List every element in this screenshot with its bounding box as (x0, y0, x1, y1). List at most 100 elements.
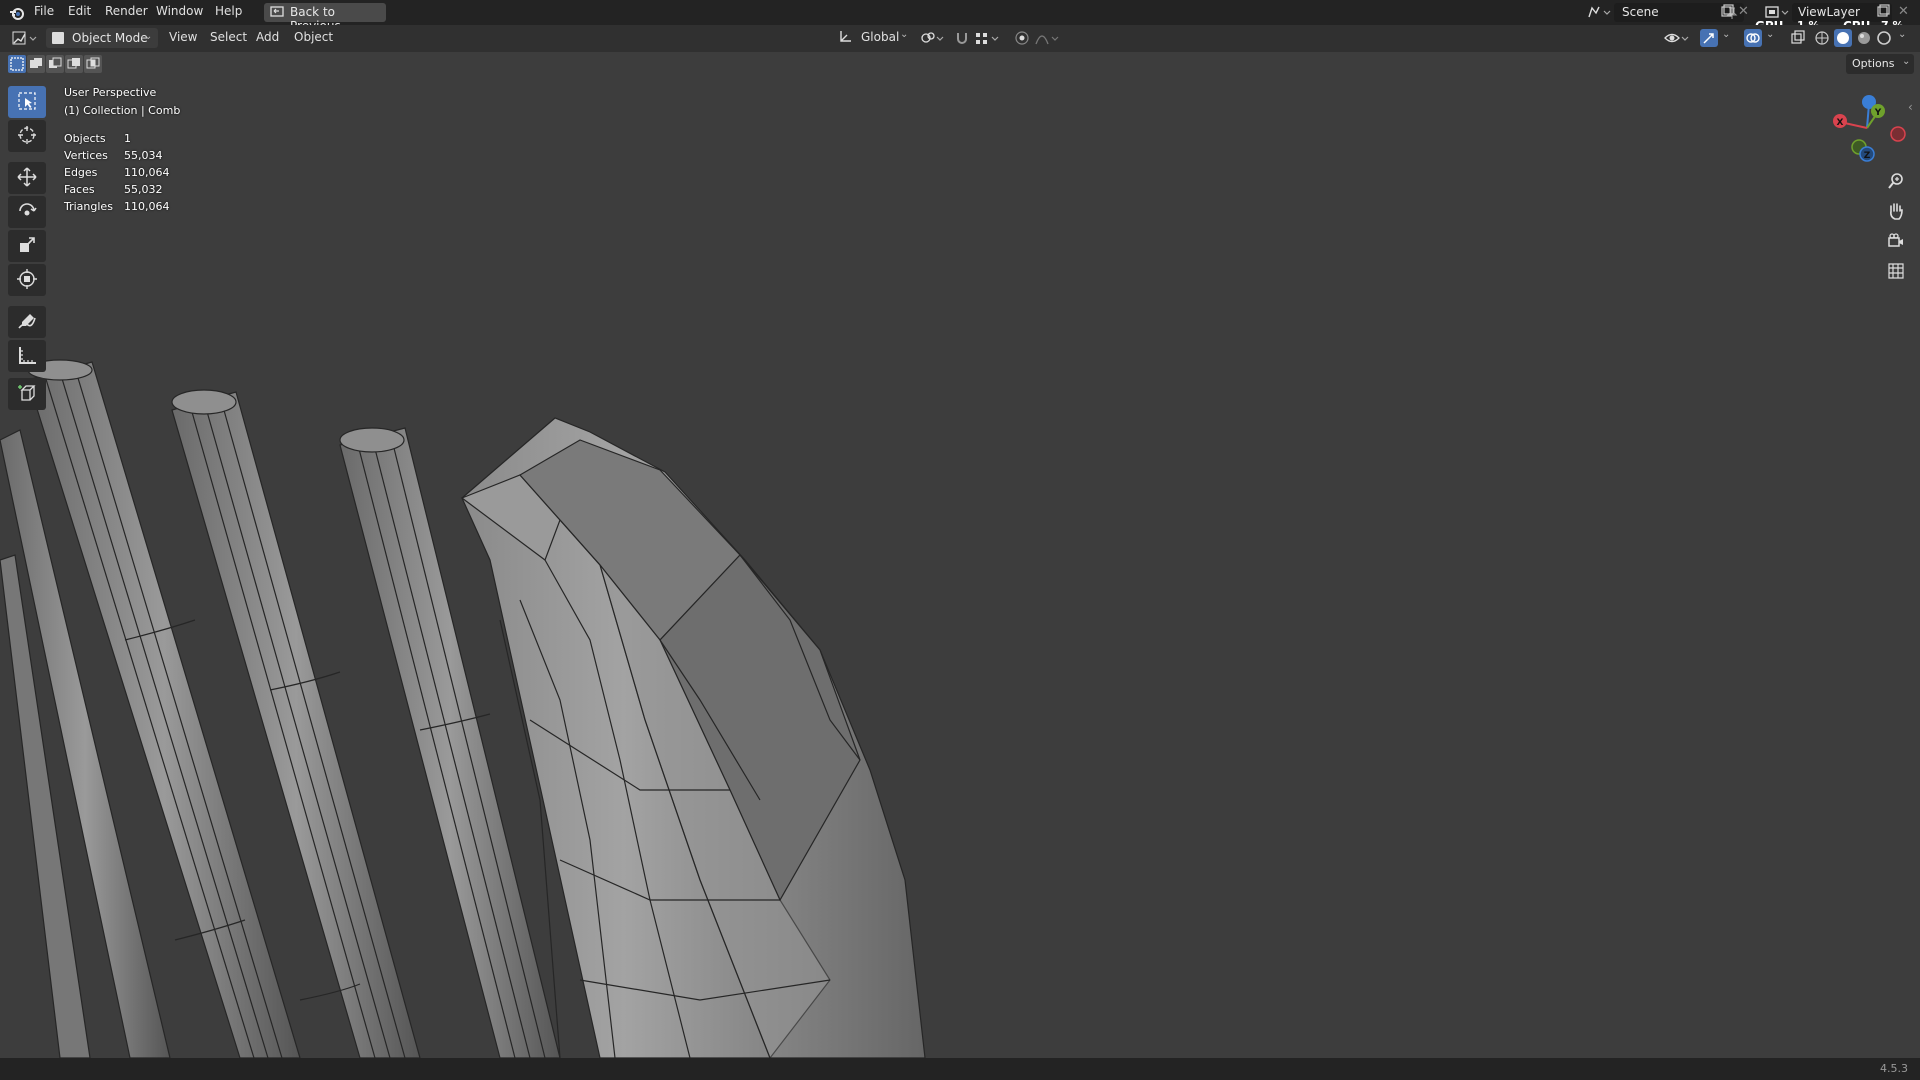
header-view-menu[interactable]: View (169, 30, 197, 44)
cursor-icon (16, 124, 38, 149)
visibility-icon[interactable] (1664, 30, 1692, 46)
stat-label: Triangles (64, 200, 113, 213)
select-new-icon[interactable] (8, 55, 26, 73)
select-subtract-icon[interactable] (46, 55, 64, 73)
transform-icon (16, 268, 38, 293)
navigation-gizmo[interactable]: X Y Z (1820, 90, 1920, 166)
gizmo-z-label: Z (1864, 151, 1871, 161)
menu-help[interactable]: Help (215, 4, 242, 18)
pan-button[interactable] (1880, 198, 1912, 226)
tool-annotate[interactable] (8, 306, 46, 338)
menu-edit[interactable]: Edit (68, 4, 91, 18)
chevron-down-icon[interactable]: ⌄ (1766, 29, 1774, 40)
tool-scale[interactable] (8, 230, 46, 262)
tool-transform[interactable] (8, 264, 46, 296)
top-menu-bar: File Edit Render Window Help Back to Pre… (0, 0, 1920, 33)
object-mode-label: Object Mode (72, 31, 148, 45)
stat-value: 1 (124, 132, 131, 145)
falloff-icon[interactable] (1034, 30, 1062, 46)
wireframe-shading-icon[interactable] (1814, 30, 1830, 46)
options-dropdown[interactable]: Options ⌄ (1846, 54, 1914, 74)
active-collection-label: (1) Collection | Comb (64, 104, 181, 117)
ortho-grid-icon (1886, 261, 1906, 284)
zoom-icon (1886, 171, 1906, 194)
pan-hand-icon (1886, 201, 1906, 224)
ortho-toggle-button[interactable] (1880, 258, 1912, 286)
rotate-icon (16, 200, 38, 225)
snap-toggle-icon[interactable] (954, 30, 970, 46)
camera-view-icon (1886, 231, 1906, 254)
status-bar: 4.5.3 (0, 1058, 1920, 1080)
scale-icon (16, 234, 38, 259)
tool-shelf (8, 84, 48, 414)
chevron-down-icon: ⌄ (144, 31, 153, 42)
select-invert-icon[interactable] (65, 55, 83, 73)
header-object-menu[interactable]: Object (294, 30, 333, 44)
chevron-down-icon: ⌄ (900, 29, 909, 40)
tool-move[interactable] (8, 162, 46, 194)
menu-render[interactable]: Render (105, 4, 148, 18)
gizmo-x-label: X (1837, 118, 1844, 128)
stat-label: Faces (64, 183, 95, 196)
view-layer-icon[interactable] (1764, 4, 1790, 20)
chevron-down-icon[interactable]: ⌄ (1722, 29, 1730, 40)
blender-logo-icon[interactable] (8, 4, 26, 22)
camera-view-button[interactable] (1880, 228, 1912, 256)
add-cube-icon (16, 382, 38, 407)
stat-value: 110,064 (124, 200, 170, 213)
chevron-down-icon[interactable]: ⌄ (1898, 29, 1906, 40)
comb-mesh (0, 359, 561, 1058)
gizmo-toggle-icon[interactable] (1700, 29, 1718, 47)
material-shading-icon[interactable] (1856, 30, 1872, 46)
menu-file[interactable]: File (34, 4, 54, 18)
stat-label: Objects (64, 132, 106, 145)
scene-name: Scene (1622, 5, 1659, 19)
delete-scene-icon[interactable]: ✕ (1738, 4, 1749, 19)
selection-mode-group (8, 55, 104, 73)
scene-icon[interactable] (1586, 4, 1612, 20)
tool-select-box[interactable] (8, 86, 46, 118)
annotate-icon (16, 310, 38, 335)
select-box-icon (16, 90, 38, 115)
new-view-layer-icon[interactable] (1876, 4, 1890, 18)
orientation-dropdown[interactable]: Global (861, 30, 899, 44)
orientation-icon[interactable] (838, 30, 852, 44)
tool-add-cube[interactable] (8, 378, 46, 410)
rendered-shading-icon[interactable] (1876, 30, 1892, 46)
pivot-point-icon[interactable] (920, 30, 946, 46)
snap-target-icon[interactable] (974, 30, 1002, 46)
back-to-previous-button[interactable]: Back to Previous (264, 3, 386, 33)
view-perspective-label: User Perspective (64, 86, 157, 99)
stat-label: Vertices (64, 149, 108, 162)
delete-view-layer-icon[interactable]: ✕ (1898, 4, 1909, 19)
version-label: 4.5.3 (1880, 1062, 1908, 1075)
tool-rotate[interactable] (8, 196, 46, 228)
tool-cursor[interactable] (8, 120, 46, 152)
viewport-header: Object Mode ⌄ View Select Add Object Glo… (0, 25, 1920, 52)
stat-value: 55,032 (124, 183, 163, 196)
proportional-edit-icon[interactable] (1014, 30, 1030, 46)
select-intersect-icon[interactable] (84, 55, 102, 73)
options-label: Options (1852, 57, 1895, 70)
xray-toggle-icon[interactable] (1790, 30, 1806, 46)
measure-icon (16, 344, 38, 369)
overlays-toggle-icon[interactable] (1744, 29, 1762, 47)
menu-window[interactable]: Window (156, 4, 203, 18)
solid-shading-icon[interactable] (1834, 29, 1852, 47)
stat-value: 55,034 (124, 149, 163, 162)
header-select-menu[interactable]: Select (210, 30, 247, 44)
select-extend-icon[interactable] (27, 55, 45, 73)
zoom-button[interactable] (1880, 168, 1912, 196)
tool-measure[interactable] (8, 340, 46, 372)
sidebar-toggle-icon[interactable]: ‹ (1908, 100, 1913, 114)
new-scene-icon[interactable] (1720, 4, 1734, 18)
gizmo-y-label: Y (1874, 108, 1882, 118)
stat-label: Edges (64, 166, 98, 179)
view-layer-name: ViewLayer (1798, 5, 1860, 19)
editor-type-icon[interactable] (12, 30, 40, 46)
object-mode-dropdown[interactable]: Object Mode ⌄ (46, 28, 158, 48)
viewport-canvas[interactable] (0, 52, 1920, 1058)
stat-value: 110,064 (124, 166, 170, 179)
header-add-menu[interactable]: Add (256, 30, 279, 44)
chevron-down-icon: ⌄ (1902, 56, 1911, 67)
